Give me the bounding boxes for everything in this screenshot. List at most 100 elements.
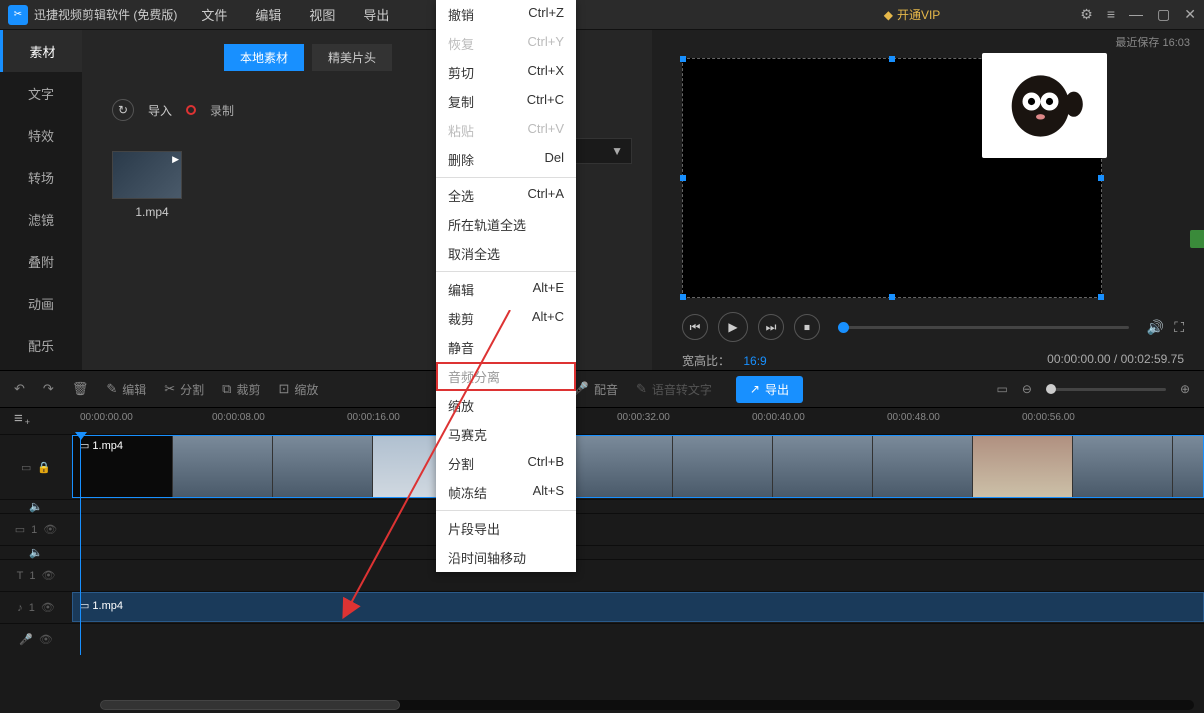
ctx-split[interactable]: 分割Ctrl+B (436, 449, 576, 478)
playback-slider[interactable] (838, 326, 1129, 329)
track-body[interactable]: ▭1.mp4 (72, 592, 1204, 623)
resize-handle[interactable] (680, 56, 686, 62)
ctx-delete[interactable]: 删除Del (436, 145, 576, 174)
resize-handle[interactable] (680, 175, 686, 181)
zoom-tool[interactable]: ⊡缩放 (278, 381, 318, 398)
horizontal-scrollbar[interactable] (100, 700, 1194, 710)
sidebar-item-filter[interactable]: 滤镜 (0, 198, 82, 240)
record-icon[interactable] (186, 105, 196, 115)
split-tool[interactable]: ✂分割 (164, 381, 204, 398)
track-body[interactable] (72, 500, 1204, 513)
ctx-segment-export[interactable]: 片段导出 (436, 514, 576, 543)
ctx-select-track-all[interactable]: 所在轨道全选 (436, 210, 576, 239)
undo-button[interactable]: ↶ (14, 381, 25, 397)
voice-tool[interactable]: 🎤配音 (573, 381, 618, 398)
import-button[interactable]: 导入 (148, 102, 172, 119)
slider-thumb[interactable] (838, 322, 849, 333)
eye-icon[interactable]: 👁 (41, 601, 55, 614)
clip-thumbnail[interactable]: ▶ (112, 151, 182, 199)
settings-icon[interactable]: ⚙ (1080, 6, 1093, 23)
track-body[interactable] (72, 560, 1204, 591)
tab-local-material[interactable]: 本地素材 (224, 44, 304, 71)
volume-icon[interactable]: 🔊 (1147, 319, 1164, 336)
ctx-copy[interactable]: 复制Ctrl+C (436, 87, 576, 116)
playhead[interactable] (80, 434, 81, 655)
minimize-icon[interactable]: — (1129, 6, 1143, 23)
preview-viewport[interactable] (682, 58, 1102, 298)
eye-icon[interactable]: 👁 (41, 569, 55, 582)
sidebar-item-transition[interactable]: 转场 (0, 156, 82, 198)
resize-handle[interactable] (1098, 175, 1104, 181)
resize-handle[interactable] (889, 56, 895, 62)
crop-tool[interactable]: ⧉裁剪 (222, 381, 260, 398)
ctx-audio-separate[interactable]: 音频分离 (436, 362, 576, 391)
next-frame-button[interactable]: ⏭ (758, 314, 784, 340)
stop-button[interactable]: ⏹ (794, 314, 820, 340)
ctx-move-along-timeline[interactable]: 沿时间轴移动 (436, 543, 576, 572)
ctx-undo[interactable]: 撤销Ctrl+Z (436, 0, 576, 29)
sidebar-item-text[interactable]: 文字 (0, 72, 82, 114)
record-label[interactable]: 录制 (210, 102, 234, 119)
resize-handle[interactable] (889, 294, 895, 300)
fullscreen-icon[interactable]: ⛶ (1174, 319, 1184, 336)
track-body[interactable] (72, 624, 1204, 655)
sidebar-item-animation[interactable]: 动画 (0, 282, 82, 324)
vip-button[interactable]: ◆ 开通VIP (884, 6, 941, 23)
green-side-tab[interactable] (1190, 230, 1204, 248)
sidebar-item-music[interactable]: 配乐 (0, 324, 82, 366)
zoom-out-icon[interactable]: ⊖ (1022, 382, 1032, 396)
ctx-zoom[interactable]: 缩放 (436, 391, 576, 420)
ctx-key: Ctrl+Y (528, 34, 564, 53)
eye-icon[interactable]: 👁 (39, 633, 53, 646)
ctx-mosaic[interactable]: 马赛克 (436, 420, 576, 449)
sidebar-item-effects[interactable]: 特效 (0, 114, 82, 156)
zoom-thumb[interactable] (1046, 384, 1056, 394)
resize-handle[interactable] (680, 294, 686, 300)
sidebar-label: 素材 (29, 42, 55, 61)
menu-file[interactable]: 文件 (201, 5, 227, 24)
menu-export[interactable]: 导出 (363, 5, 389, 24)
ctx-deselect[interactable]: 取消全选 (436, 239, 576, 268)
ctx-crop[interactable]: 裁剪Alt+C (436, 304, 576, 333)
redo-button[interactable]: ↷ (43, 381, 54, 397)
pencil-icon: ✎ (106, 381, 117, 397)
speaker-icon[interactable]: 🔈 (29, 500, 43, 513)
track-body[interactable] (72, 514, 1204, 545)
ctx-freeze[interactable]: 帧冻结Alt+S (436, 478, 576, 507)
refresh-icon[interactable]: ↻ (112, 99, 134, 121)
scrollbar-thumb[interactable] (100, 700, 400, 710)
lock-icon[interactable]: 🔒 (37, 461, 51, 474)
track-body[interactable] (72, 546, 1204, 559)
play-button[interactable]: ▶ (718, 312, 748, 342)
ctx-label: 复制 (448, 92, 474, 111)
audio-clip[interactable]: ▭1.mp4 (72, 592, 1204, 622)
resize-handle[interactable] (1098, 294, 1104, 300)
tab-fine-intro[interactable]: 精美片头 (312, 44, 392, 71)
menu-view[interactable]: 视图 (309, 5, 335, 24)
stt-tool[interactable]: ✎语音转文字 (636, 381, 712, 398)
ctx-edit[interactable]: 编辑Alt+E (436, 275, 576, 304)
prev-frame-button[interactable]: ⏮ (682, 314, 708, 340)
ctx-cut[interactable]: 剪切Ctrl+X (436, 58, 576, 87)
maximize-icon[interactable]: ▢ (1157, 6, 1170, 23)
track-body[interactable]: ▭1.mp4 (72, 435, 1204, 499)
export-button[interactable]: ↗导出 (736, 376, 803, 403)
ctx-mute[interactable]: 静音 (436, 333, 576, 362)
menu-edit[interactable]: 编辑 (255, 5, 281, 24)
video-clip[interactable]: ▭1.mp4 (72, 435, 1204, 498)
hamburger-icon[interactable]: ≡ (1107, 6, 1115, 23)
screenshot-icon[interactable]: ▭ (997, 382, 1008, 396)
close-icon[interactable]: ✕ (1184, 6, 1196, 23)
sidebar-item-material[interactable]: 素材 (0, 30, 82, 72)
ctx-select-all[interactable]: 全选Ctrl+A (436, 181, 576, 210)
sidebar-item-overlay[interactable]: 叠附 (0, 240, 82, 282)
edit-tool[interactable]: ✎编辑 (106, 381, 146, 398)
track-menu-button[interactable]: ≡+ (14, 410, 30, 427)
zoom-in-icon[interactable]: ⊕ (1180, 382, 1190, 396)
timeline-ruler[interactable]: 00:00:00.00 00:00:08.00 00:00:16.00 00:0… (72, 408, 1204, 434)
eye-icon[interactable]: 👁 (43, 523, 57, 536)
speaker-icon[interactable]: 🔈 (29, 546, 43, 559)
delete-button[interactable]: 🗑 (72, 381, 89, 397)
zoom-slider[interactable] (1046, 388, 1166, 391)
dropdown[interactable]: ▼ (572, 138, 632, 164)
